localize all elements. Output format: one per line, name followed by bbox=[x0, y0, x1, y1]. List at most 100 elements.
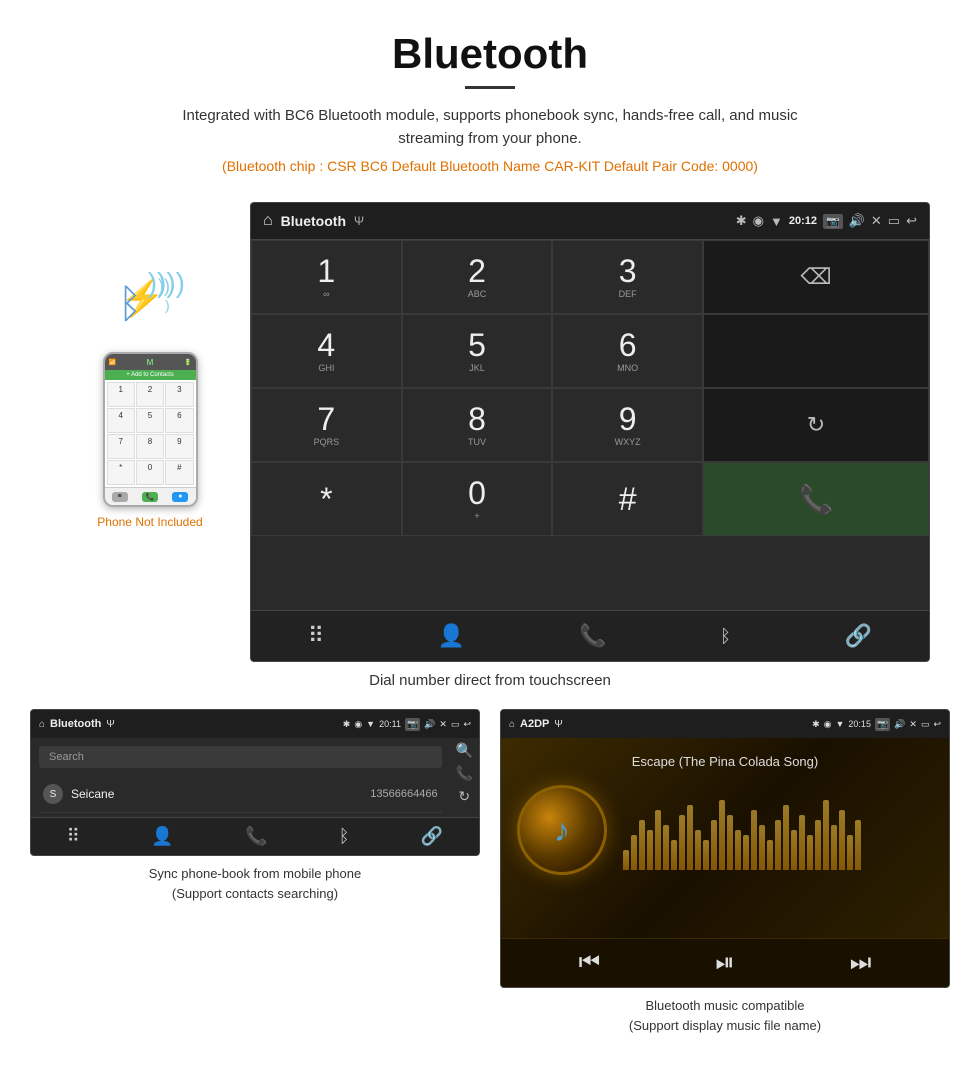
viz-bar bbox=[783, 805, 789, 870]
signal-icon: ▼ bbox=[770, 214, 783, 229]
camera-icon[interactable]: 📷 bbox=[823, 214, 843, 229]
phone-screen: + Add to Contacts 1 2 3 4 5 6 7 8 9 * 0 … bbox=[105, 370, 196, 487]
pb-back-icon[interactable]: ↩ bbox=[463, 719, 471, 730]
viz-bar bbox=[695, 830, 701, 870]
music-status-left: ⌂ A2DP Ψ bbox=[509, 718, 563, 730]
music-vol-icon[interactable]: 🔊 bbox=[894, 719, 905, 730]
close-icon[interactable]: ✕ bbox=[871, 213, 882, 229]
music-win-icon[interactable]: ▭ bbox=[921, 719, 930, 730]
pb-bt-btn[interactable]: ᛒ bbox=[339, 826, 350, 847]
backspace-icon[interactable]: ⌫ bbox=[800, 264, 831, 290]
music-status-right: ✱ ◉ ▼ 20:15 📷 🔊 ✕ ▭ ↩ bbox=[812, 718, 941, 731]
dial-key-star[interactable]: * bbox=[251, 462, 402, 536]
pb-link-btn[interactable]: 🔗 bbox=[421, 826, 443, 847]
pb-x-icon[interactable]: ✕ bbox=[439, 719, 447, 730]
music-bt-symbol: ♪ bbox=[554, 812, 570, 849]
phone-illustration: ⚡ )))) ᛒ )) ) 📶 M 🔋 + Add to Contacts 1 … bbox=[50, 202, 250, 529]
phonebook-search-bar[interactable]: Search bbox=[39, 746, 442, 768]
viz-bar bbox=[639, 820, 645, 870]
page-description: Integrated with BC6 Bluetooth module, su… bbox=[150, 105, 830, 150]
bottom-screenshots-row: ⌂ Bluetooth Ψ ✱ ◉ ▼ 20:11 📷 🔊 ✕ ▭ ↩ bbox=[0, 709, 980, 1035]
viz-bar bbox=[655, 810, 661, 870]
pb-usb-icon: Ψ bbox=[106, 719, 114, 730]
viz-bar bbox=[671, 840, 677, 870]
phonebook-caption: Sync phone-book from mobile phone (Suppo… bbox=[149, 864, 361, 903]
album-art: ♪ bbox=[517, 785, 607, 875]
refresh-icon[interactable]: ↻ bbox=[458, 788, 470, 805]
volume-icon[interactable]: 🔊 bbox=[849, 213, 865, 229]
viz-bar bbox=[647, 830, 653, 870]
phone-body: 📶 M 🔋 + Add to Contacts 1 2 3 4 5 6 7 8 … bbox=[103, 352, 198, 507]
viz-bar bbox=[823, 800, 829, 870]
pb-win-icon[interactable]: ▭ bbox=[451, 719, 460, 730]
music-back-icon[interactable]: ↩ bbox=[933, 719, 941, 730]
screen-title: Bluetooth bbox=[281, 213, 346, 229]
pb-home-icon[interactable]: ⌂ bbox=[39, 719, 45, 730]
viz-bar bbox=[831, 825, 837, 870]
home-icon[interactable]: ⌂ bbox=[263, 212, 273, 230]
prev-btn[interactable]: ⏮ bbox=[579, 949, 601, 977]
contact-item[interactable]: S Seicane 13566664466 bbox=[39, 776, 442, 813]
music-x-icon[interactable]: ✕ bbox=[909, 719, 917, 730]
phone-icon[interactable]: 📞 bbox=[456, 765, 473, 782]
phone-btn[interactable]: 📞 bbox=[579, 623, 606, 649]
music-cam-icon[interactable]: 📷 bbox=[875, 718, 890, 731]
viz-bar bbox=[727, 815, 733, 870]
music-screen-title: A2DP bbox=[520, 718, 549, 730]
viz-bar bbox=[751, 810, 757, 870]
status-left: ⌂ Bluetooth Ψ bbox=[263, 212, 364, 230]
next-btn[interactable]: ⏭ bbox=[850, 949, 872, 977]
pb-phone-btn[interactable]: 📞 bbox=[245, 826, 267, 847]
viz-bar bbox=[791, 830, 797, 870]
dial-key-8[interactable]: 8 TUV bbox=[402, 388, 553, 462]
page-title: Bluetooth bbox=[20, 30, 960, 78]
dial-key-9[interactable]: 9 WXYZ bbox=[552, 388, 703, 462]
bluetooth-status-icon: ✱ bbox=[736, 213, 747, 229]
viz-bar bbox=[711, 820, 717, 870]
call-button[interactable]: 📞 bbox=[703, 462, 929, 536]
phonebook-col: ⌂ Bluetooth Ψ ✱ ◉ ▼ 20:11 📷 🔊 ✕ ▭ ↩ bbox=[30, 709, 480, 1035]
dial-key-2[interactable]: 2 ABC bbox=[402, 240, 553, 314]
dial-key-5[interactable]: 5 JKL bbox=[402, 314, 553, 388]
grid-btn[interactable]: ⠿ bbox=[308, 623, 324, 649]
music-loc-icon: ◉ bbox=[824, 719, 832, 730]
music-caption: Bluetooth music compatible (Support disp… bbox=[629, 996, 821, 1035]
display-area: ⌫ bbox=[703, 240, 929, 314]
pb-contact-btn[interactable]: 👤 bbox=[151, 826, 173, 847]
dial-key-3[interactable]: 3 DEF bbox=[552, 240, 703, 314]
search-icon[interactable]: 🔍 bbox=[456, 742, 473, 759]
pb-grid-btn[interactable]: ⠿ bbox=[67, 826, 80, 847]
dial-key-4[interactable]: 4 GHI bbox=[251, 314, 402, 388]
usb-icon: Ψ bbox=[354, 214, 364, 228]
empty-cell-2 bbox=[703, 314, 929, 388]
contacts-btn[interactable]: 👤 bbox=[438, 623, 465, 649]
viz-bar bbox=[855, 820, 861, 870]
reload-cell[interactable]: ↻ bbox=[703, 388, 929, 462]
dial-key-7[interactable]: 7 PQRS bbox=[251, 388, 402, 462]
phone-top-bar: 📶 M 🔋 bbox=[105, 354, 196, 370]
dial-key-6[interactable]: 6 MNO bbox=[552, 314, 703, 388]
dial-key-0[interactable]: 0 + bbox=[402, 462, 553, 536]
pb-right-icons: 🔍 📞 ↻ bbox=[450, 738, 479, 813]
dial-key-1[interactable]: 1 ∞ bbox=[251, 240, 402, 314]
bluetooth-btn[interactable]: ᛒ bbox=[720, 626, 731, 647]
viz-bar bbox=[775, 820, 781, 870]
phonebook-screen: ⌂ Bluetooth Ψ ✱ ◉ ▼ 20:11 📷 🔊 ✕ ▭ ↩ bbox=[30, 709, 480, 856]
link-btn[interactable]: 🔗 bbox=[845, 623, 872, 649]
phonebook-list: S Seicane 13566664466 bbox=[31, 776, 450, 813]
music-home-icon[interactable]: ⌂ bbox=[509, 719, 515, 730]
play-pause-btn[interactable]: ⏯ bbox=[715, 949, 734, 977]
car-status-bar: ⌂ Bluetooth Ψ ✱ ◉ ▼ 20:12 📷 🔊 ✕ ▭ ↩ bbox=[251, 203, 929, 239]
viz-bar bbox=[759, 825, 765, 870]
dial-key-hash[interactable]: # bbox=[552, 462, 703, 536]
viz-bar bbox=[679, 815, 685, 870]
window-icon[interactable]: ▭ bbox=[888, 213, 900, 229]
main-caption: Dial number direct from touchscreen bbox=[0, 672, 980, 689]
pb-vol-icon[interactable]: 🔊 bbox=[424, 719, 435, 730]
title-underline bbox=[465, 86, 515, 89]
svg-text:)): )) bbox=[158, 276, 170, 296]
pb-loc-icon: ◉ bbox=[354, 719, 362, 730]
back-icon[interactable]: ↩ bbox=[906, 213, 917, 229]
pb-bottom-bar: ⠿ 👤 📞 ᛒ 🔗 bbox=[31, 817, 479, 855]
pb-cam-icon[interactable]: 📷 bbox=[405, 718, 420, 731]
